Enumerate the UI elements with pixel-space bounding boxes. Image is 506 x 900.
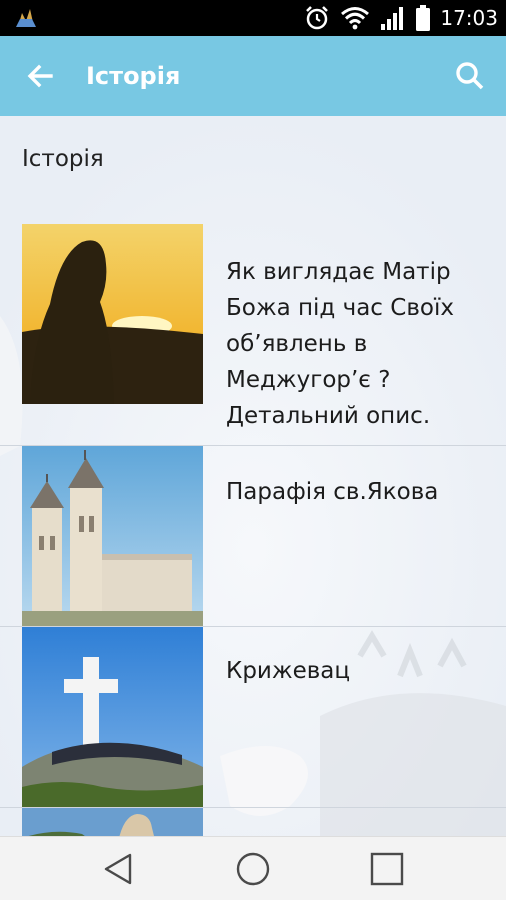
page-title: Історія [86,62,181,90]
content-area[interactable]: Історія Як виглядає Матір Божа під час С… [0,116,506,836]
article-list: Як виглядає Матір Божа під час Своїх об’… [0,224,506,836]
navigation-bar [0,836,506,900]
list-item-label: Як виглядає Матір Божа під час Своїх об’… [226,259,454,429]
search-icon[interactable] [452,58,488,94]
back-triangle-icon[interactable] [98,849,138,889]
cross-on-hill-image [22,627,203,807]
madonna-sunset-image [22,224,203,404]
list-item[interactable]: Крижевац [0,627,506,808]
statue-image [22,808,203,836]
status-time: 17:03 [440,6,498,30]
status-bar: 17:03 [0,0,506,36]
signal-icon [381,7,404,30]
list-item[interactable] [0,808,506,836]
app-notification-icon [16,9,36,27]
section-heading: Історія [22,146,104,172]
list-item-label: Крижевац [226,658,351,684]
home-circle-icon[interactable] [233,849,273,889]
list-item[interactable]: Парафія св.Якова [0,446,506,627]
wifi-icon [341,7,370,30]
church-of-st-james-image [22,446,203,626]
battery-icon [416,5,431,31]
alarm-icon [306,6,329,30]
app-bar: Історія [0,36,506,116]
arrow-back-icon[interactable] [22,58,58,94]
recents-square-icon[interactable] [367,849,407,889]
list-item-label: Парафія св.Якова [226,479,439,505]
list-item[interactable]: Як виглядає Матір Божа під час Своїх об’… [0,224,506,446]
